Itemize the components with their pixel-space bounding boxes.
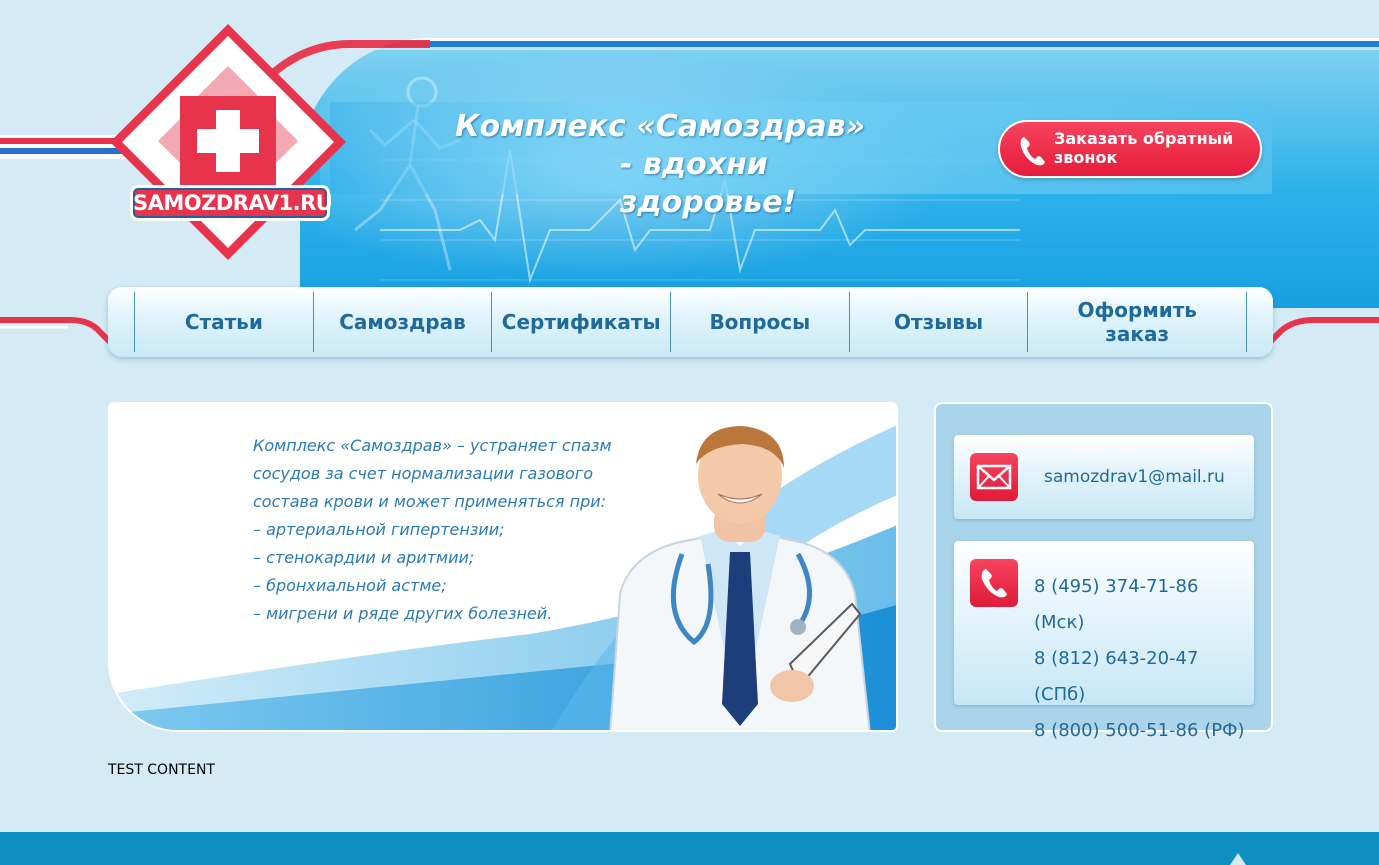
callback-button[interactable]: Заказать обратный звонок: [998, 120, 1262, 178]
nav-stripe-left: [0, 317, 112, 344]
phone-number-russia[interactable]: 8 (800) 500-51-86 (РФ): [1034, 713, 1254, 749]
header-slogan: Комплекс «Самоздрав» - вдохни здоровье!: [455, 108, 935, 222]
callback-label: Заказать обратный звонок: [1054, 129, 1234, 167]
nav-item-certificates[interactable]: Сертификаты: [491, 292, 670, 352]
email-contact-box: samozdrav1@mail.ru: [954, 435, 1254, 519]
envelope-icon: [976, 464, 1012, 490]
phone-contact-box: 8 (495) 374-71-86 (Мск) 8 (812) 643-20-4…: [954, 541, 1254, 741]
phone-number-spb[interactable]: 8 (812) 643-20-47 (СПб): [1034, 641, 1254, 713]
promo-line: – артериальной гипертензии;: [253, 520, 505, 539]
body-text: TEST CONTENT: [108, 762, 215, 778]
nav-item-samozdrav[interactable]: Самоздрав: [312, 292, 492, 352]
promo-line: Комплекс «Самоздрав» – устраняет спазм: [253, 436, 612, 455]
scroll-up-arrow-icon[interactable]: [1230, 853, 1246, 865]
site-logo[interactable]: [108, 22, 348, 262]
slogan-line-1: Комплекс «Самоздрав»: [455, 109, 866, 144]
envelope-icon-box: [970, 453, 1018, 501]
promo-line: – бронхиальной астме;: [253, 576, 447, 595]
nav-item-order[interactable]: Оформить заказ: [1027, 292, 1248, 352]
promo-line: сосудов за счет нормализации газового: [253, 464, 594, 483]
nav-item-articles[interactable]: Статьи: [134, 292, 313, 352]
promo-line: – стенокардии и аритмии;: [253, 548, 475, 567]
logo-text: SAMOZDRAV1.RU: [130, 185, 333, 221]
phone-icon: [1020, 137, 1045, 166]
nav-item-reviews[interactable]: Отзывы: [848, 292, 1028, 352]
site-footer: [0, 832, 1379, 865]
promo-description: Комплекс «Самоздрав» – устраняет спазм с…: [253, 432, 613, 628]
promo-line: состава крови и может применяться при:: [253, 492, 607, 511]
nav-stripe-right: [1268, 317, 1379, 344]
phone-icon: [981, 569, 1007, 598]
slogan-line-2: - вдохни здоровье!: [620, 147, 797, 220]
phone-list: 8 (495) 374-71-86 (Мск) 8 (812) 643-20-4…: [1034, 569, 1254, 749]
promo-line: – мигрени и ряде других болезней.: [253, 604, 553, 623]
email-link[interactable]: samozdrav1@mail.ru: [1044, 467, 1225, 487]
contacts-panel: samozdrav1@mail.ru 8 (495) 374-71-86 (Мс…: [934, 402, 1273, 741]
phone-number-moscow[interactable]: 8 (495) 374-71-86 (Мск): [1034, 569, 1254, 641]
phone-icon-box: [970, 559, 1018, 607]
nav-item-questions[interactable]: Вопросы: [670, 292, 849, 352]
main-navigation: Статьи Самоздрав Сертификаты Вопросы Отз…: [108, 287, 1273, 357]
promo-banner: Комплекс «Самоздрав» – устраняет спазм с…: [108, 402, 898, 732]
doctor-image: [609, 426, 871, 730]
